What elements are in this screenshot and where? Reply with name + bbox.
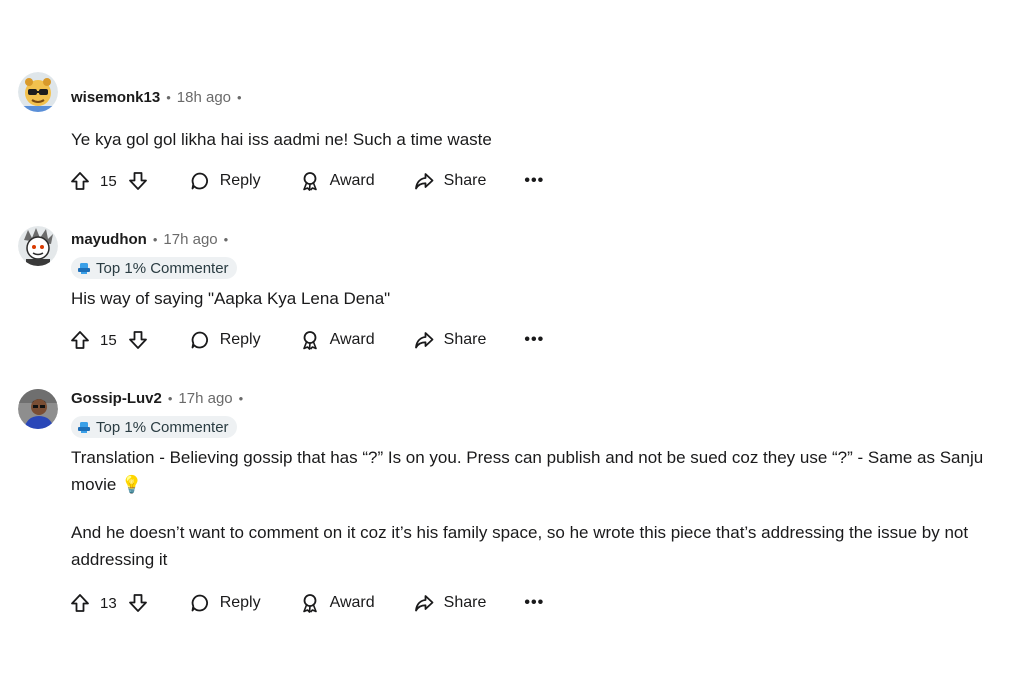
award-ribbon-icon (302, 172, 317, 191)
share-button[interactable]: Share (413, 592, 487, 614)
share-arrow-icon (414, 332, 434, 349)
share-arrow-icon (414, 595, 434, 612)
comment-paragraph: His way of saying "Aapka Kya Lena Dena" (71, 289, 391, 308)
downvote-button[interactable] (127, 329, 149, 351)
separator-dot: • (152, 231, 158, 247)
award-label: Award (329, 331, 375, 348)
award-label: Award (329, 594, 375, 611)
vote-group: 13 (69, 592, 149, 614)
downvote-arrow-icon (128, 594, 147, 612)
speech-bubble-icon (191, 331, 208, 349)
flair-label: Top 1% Commenter (96, 418, 229, 436)
award-label: Award (329, 172, 375, 189)
upvote-button[interactable] (69, 592, 91, 614)
username[interactable]: wisemonk13 (71, 89, 160, 106)
upvote-arrow-icon (71, 594, 89, 612)
comment-body: Ye kya gol gol likha hai iss aadmi ne! S… (71, 126, 1006, 153)
timestamp[interactable]: 17h ago (178, 390, 232, 407)
more-options-button[interactable]: ••• (524, 331, 544, 349)
vote-score: 13 (100, 594, 117, 612)
comment-paragraph: And he doesn’t want to comment on it coz… (71, 523, 969, 569)
flair-label: Top 1% Commenter (96, 259, 229, 277)
comment-body: His way of saying "Aapka Kya Lena Dena" (71, 285, 1006, 312)
reply-label: Reply (219, 594, 261, 611)
award-button[interactable]: Award (299, 170, 375, 192)
timestamp[interactable]: 18h ago (177, 89, 231, 106)
comment-actions: 15 Reply Award Share ••• (69, 168, 544, 194)
downvote-arrow-icon (128, 172, 147, 190)
more-options-button[interactable]: ••• (524, 594, 544, 612)
speech-bubble-icon (191, 172, 208, 190)
avatar[interactable] (18, 389, 58, 429)
separator-dot: • (223, 231, 229, 247)
username[interactable]: Gossip-Luv2 (71, 390, 162, 407)
upvote-arrow-icon (71, 172, 89, 190)
comment-meta: Gossip-Luv2 • 17h ago • (71, 387, 243, 409)
award-ribbon-icon (302, 331, 317, 350)
reply-label: Reply (219, 331, 261, 348)
trophy-icon (77, 261, 91, 275)
vote-score: 15 (100, 172, 117, 190)
speech-bubble-icon (191, 594, 208, 612)
separator-dot: • (237, 89, 242, 105)
upvote-arrow-icon (71, 331, 89, 349)
comment-actions: 13 Reply Award Share ••• (69, 590, 544, 616)
more-options-button[interactable]: ••• (524, 172, 544, 190)
share-label: Share (443, 594, 487, 611)
vote-group: 15 (69, 170, 149, 192)
avatar[interactable] (18, 226, 58, 266)
avatar[interactable] (18, 72, 58, 112)
vote-score: 15 (100, 331, 117, 349)
username[interactable]: mayudhon (71, 231, 147, 248)
vote-group: 15 (69, 329, 149, 351)
user-flair: Top 1% Commenter (71, 257, 237, 279)
comment-meta: wisemonk13 • 18h ago • (71, 86, 242, 108)
user-flair: Top 1% Commenter (71, 416, 237, 438)
award-button[interactable]: Award (299, 592, 375, 614)
separator-dot: • (166, 89, 171, 105)
award-ribbon-icon (302, 594, 317, 613)
reply-label: Reply (219, 172, 261, 189)
comment-body: Translation - Believing gossip that has … (71, 444, 1006, 573)
downvote-arrow-icon (128, 331, 147, 349)
timestamp[interactable]: 17h ago (163, 231, 217, 248)
award-button[interactable]: Award (299, 329, 375, 351)
reply-button[interactable]: Reply (189, 592, 261, 614)
comment-paragraph: Ye kya gol gol likha hai iss aadmi ne! S… (71, 130, 492, 149)
share-button[interactable]: Share (413, 170, 487, 192)
reply-button[interactable]: Reply (189, 170, 261, 192)
comment-actions: 15 Reply Award Share ••• (69, 327, 544, 353)
share-button[interactable]: Share (413, 329, 487, 351)
separator-dot: • (238, 390, 244, 406)
downvote-button[interactable] (127, 592, 149, 614)
downvote-button[interactable] (127, 170, 149, 192)
share-label: Share (443, 331, 487, 348)
share-label: Share (443, 172, 487, 189)
reply-button[interactable]: Reply (189, 329, 261, 351)
upvote-button[interactable] (69, 329, 91, 351)
upvote-button[interactable] (69, 170, 91, 192)
trophy-icon (77, 420, 91, 434)
separator-dot: • (167, 390, 173, 406)
comment-meta: mayudhon • 17h ago • (71, 228, 228, 250)
share-arrow-icon (414, 173, 434, 190)
comment-paragraph: Translation - Believing gossip that has … (71, 448, 984, 494)
